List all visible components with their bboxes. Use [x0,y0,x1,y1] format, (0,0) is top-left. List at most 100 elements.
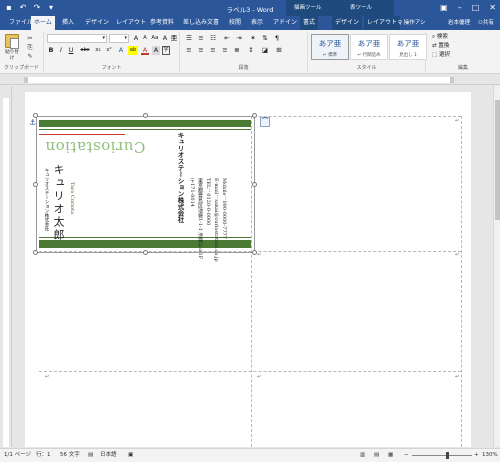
horizontal-ruler[interactable] [0,75,500,85]
ribbon-display-icon[interactable]: ▣ [440,3,448,13]
distributed-icon[interactable]: ≣ [232,46,242,55]
tab-references[interactable]: 参考資料 [147,16,177,30]
replace-button[interactable]: ⇄ 置換 [432,41,449,49]
zoom-in-icon[interactable]: + [474,449,479,462]
tab-format[interactable]: 書式 [300,16,319,30]
multilevel-list-icon[interactable]: ☷ [208,34,218,43]
paste-icon [5,34,19,49]
justify-icon[interactable]: ≡ [220,46,230,55]
subscript-button[interactable]: x₂ [93,46,103,55]
tab-insert[interactable]: 挿入 [59,16,77,30]
format-painter-icon[interactable]: ✎ [26,53,34,61]
bold-button[interactable]: B [47,46,55,55]
resize-handle[interactable] [143,250,148,255]
char-shading-button[interactable]: A [152,46,160,55]
enclose-char-button[interactable]: 字 [162,46,170,55]
superscript-button[interactable]: x² [104,46,114,55]
strikethrough-button[interactable]: abc [79,46,91,55]
copy-icon[interactable]: ⎘ [26,44,34,52]
select-button[interactable]: ⬚ 選択 [432,50,450,58]
italic-button[interactable]: I [57,46,65,55]
paragraph-mark: ↵ [45,374,50,380]
resize-handle[interactable] [143,113,148,118]
highlight-button[interactable]: ab [128,46,138,55]
zoom-out-icon[interactable]: − [404,449,409,462]
clear-format-button[interactable]: A [161,34,169,43]
underline-button[interactable]: U [67,46,75,55]
status-language[interactable]: 日本語 [100,449,117,462]
user-name[interactable]: 岩本優理 [448,16,470,30]
print-layout-icon[interactable]: ▤ [374,449,379,462]
align-center-icon[interactable]: ≡ [196,46,206,55]
zoom-level[interactable]: 130% [482,449,498,462]
group-editing: ⌕ 検索 ⇄ 置換 ⬚ 選択 編集 [426,32,500,72]
status-word-count[interactable]: 56 文字 [60,449,80,462]
tab-addins[interactable]: アドイン [270,16,300,30]
tab-table-layout[interactable]: レイアウト [364,16,401,30]
scrollbar-thumb[interactable] [495,100,500,220]
align-right-icon[interactable]: ≡ [208,46,218,55]
sort-icon[interactable]: ⇅ [260,34,270,43]
line-spacing-icon[interactable]: ↕ [246,46,256,55]
ruler-track [3,98,9,447]
read-mode-icon[interactable]: ▥ [360,449,365,462]
tab-home[interactable]: ホーム [31,16,55,30]
proofing-icon[interactable]: ▤ [88,449,93,462]
text-effects-button[interactable]: A [117,46,125,55]
style-normal[interactable]: あア亜 ↵ 標準 [311,34,349,60]
bullets-icon[interactable]: ☰ [184,34,194,43]
align-left-icon[interactable]: ≡ [184,46,194,55]
resize-handle[interactable] [33,250,38,255]
ruler-track [24,77,454,83]
status-page[interactable]: 1/1 ページ [4,449,31,462]
tab-design[interactable]: デザイン [82,16,112,30]
tab-view[interactable]: 表示 [248,16,266,30]
document-area[interactable]: ↵ ↵ ↵ ↵ ↵ ↵ ⚓ Curiostation キュリオステーション株式会… [13,86,493,447]
macro-icon[interactable]: ▣ [128,449,133,462]
shrink-font-button[interactable]: A [141,34,149,43]
change-case-button[interactable]: Aa [150,34,160,43]
numbering-icon[interactable]: ≡ [196,34,206,43]
tell-me-box[interactable]: ♀ 操作アシ [398,16,426,30]
resize-handle[interactable] [33,113,38,118]
paste-button[interactable]: 貼り付け [4,34,20,61]
style-heading-1[interactable]: あア亜 見出し 1 [389,34,427,60]
status-line[interactable]: 行：1 [36,449,51,462]
tab-table-design[interactable]: デザイン [332,16,363,30]
web-layout-icon[interactable]: ▦ [388,449,393,462]
tab-layout[interactable]: レイアウト [113,16,149,30]
style-no-spacing[interactable]: あア亜 ↵ 行間詰め [350,34,388,60]
increase-indent-icon[interactable]: ⇥ [234,34,244,43]
shading-icon[interactable]: ◪ [260,46,270,55]
minimize-button[interactable]: – [458,3,462,13]
font-color-button[interactable]: A [141,46,149,55]
resize-handle[interactable] [252,182,257,187]
tab-mailings[interactable]: 差し込み文書 [180,16,222,30]
find-button[interactable]: ⌕ 検索 [432,32,448,41]
show-marks-icon[interactable]: ¶ [272,34,282,43]
grow-font-button[interactable]: A [132,34,140,43]
resize-handle[interactable] [252,113,257,118]
zoom-slider[interactable] [412,452,472,459]
asian-layout-icon[interactable]: ✶ [248,34,258,43]
vertical-ruler[interactable] [0,86,12,447]
font-size-combobox[interactable]: ▾ [109,34,129,43]
cut-icon[interactable]: ✂ [26,35,34,43]
borders-icon[interactable]: ⊞ [274,46,284,55]
layout-options-icon[interactable]: ⌒ [260,117,270,127]
paragraph-mark: ↵ [455,118,460,124]
close-button[interactable]: ✕ [489,3,496,13]
status-bar: 1/1 ページ 行：1 56 文字 ▤ 日本語 ▣ ▥ ▤ ▦ − + 130% [0,448,500,462]
tab-review[interactable]: 校閲 [226,16,244,30]
page[interactable]: ↵ ↵ ↵ ↵ ↵ ↵ ⚓ Curiostation キュリオステーション株式会… [25,92,471,447]
font-name-combobox[interactable]: ▾ [47,34,107,43]
share-button[interactable]: ⚇共有 [478,16,494,30]
resize-handle[interactable] [252,250,257,255]
zoom-knob[interactable] [446,452,449,459]
resize-handle[interactable] [33,182,38,187]
decrease-indent-icon[interactable]: ⇤ [222,34,232,43]
vertical-scrollbar[interactable] [493,86,500,447]
select-icon: ⬚ [432,52,439,58]
ruby-button[interactable]: 亜 [170,34,178,43]
maximize-button[interactable]: □ [472,3,480,13]
